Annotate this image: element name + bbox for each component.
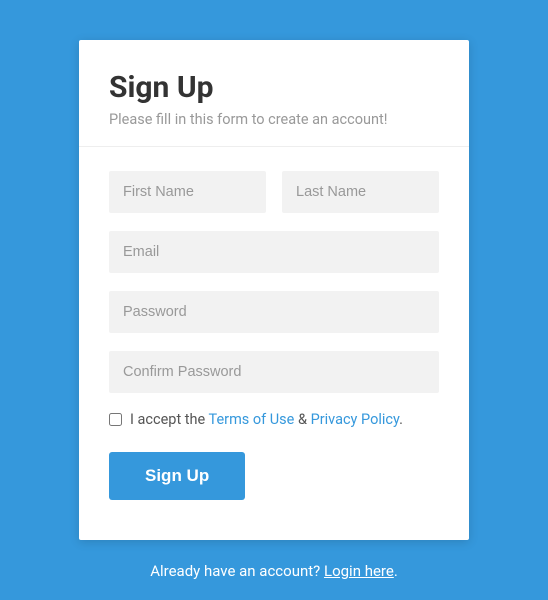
footer-text: Already have an account? — [150, 562, 324, 580]
terms-of-use-link[interactable]: Terms of Use — [209, 411, 295, 428]
confirm-password-field[interactable] — [109, 351, 439, 393]
terms-text: I accept the Terms of Use & Privacy Poli… — [130, 411, 403, 428]
name-row — [109, 171, 439, 213]
divider — [79, 146, 469, 147]
signup-button[interactable]: Sign Up — [109, 452, 245, 500]
login-link[interactable]: Login here — [324, 562, 394, 580]
footer-suffix: . — [394, 562, 398, 580]
terms-suffix: . — [399, 411, 403, 428]
email-field[interactable] — [109, 231, 439, 273]
last-name-field[interactable] — [282, 171, 439, 213]
first-name-field[interactable] — [109, 171, 266, 213]
password-field[interactable] — [109, 291, 439, 333]
signup-card: Sign Up Please fill in this form to crea… — [79, 40, 469, 540]
terms-row: I accept the Terms of Use & Privacy Poli… — [109, 411, 439, 428]
terms-mid: & — [294, 411, 310, 428]
terms-prefix: I accept the — [130, 411, 209, 428]
terms-checkbox[interactable] — [109, 413, 122, 426]
page-subtitle: Please fill in this form to create an ac… — [109, 111, 439, 128]
page-title: Sign Up — [109, 70, 439, 105]
footer: Already have an account? Login here. — [150, 562, 398, 580]
privacy-policy-link[interactable]: Privacy Policy — [311, 411, 400, 428]
